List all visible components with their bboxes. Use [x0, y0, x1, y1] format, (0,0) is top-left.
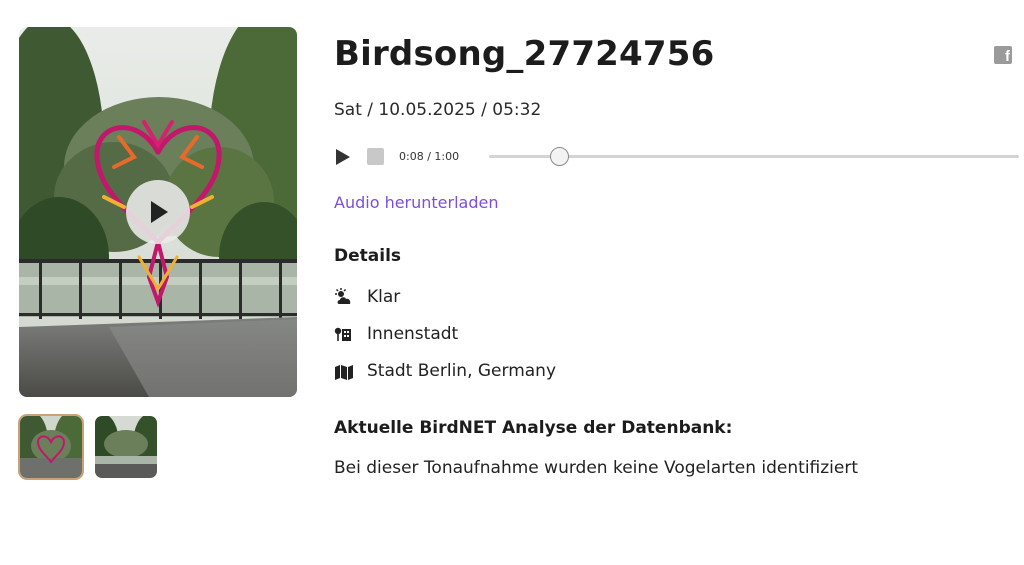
details-heading: Details: [334, 246, 402, 266]
weather-cloud-sun-icon: [335, 288, 351, 304]
play-overlay-button[interactable]: [126, 180, 190, 244]
thumbnail-image: [95, 416, 157, 478]
detail-location-label: Stadt Berlin, Germany: [367, 361, 557, 381]
recording-image[interactable]: [19, 27, 297, 397]
map-icon: [335, 365, 353, 380]
player-time: 0:08 / 1:00: [399, 150, 460, 163]
page-title: Birdsong_27724756: [334, 34, 715, 74]
seek-handle[interactable]: [549, 147, 569, 166]
analysis-result-text: Bei dieser Tonaufnahme wurden keine Voge…: [334, 458, 859, 478]
facebook-icon[interactable]: f: [994, 46, 1012, 65]
city-tree-icon: [334, 327, 351, 341]
stop-icon[interactable]: [367, 148, 384, 165]
analysis-heading: Aktuelle BirdNET Analyse der Datenbank:: [334, 418, 733, 438]
thumbnail-image: [20, 416, 82, 478]
thumbnail-spectrogram[interactable]: [20, 416, 82, 478]
detail-area-label: Innenstadt: [367, 324, 459, 344]
play-icon[interactable]: [336, 149, 350, 165]
download-audio-link[interactable]: Audio herunterladen: [334, 193, 499, 212]
recording-date: Sat / 10.05.2025 / 05:32: [334, 100, 542, 120]
thumbnail-photo[interactable]: [95, 416, 157, 478]
detail-weather-label: Klar: [367, 287, 401, 307]
